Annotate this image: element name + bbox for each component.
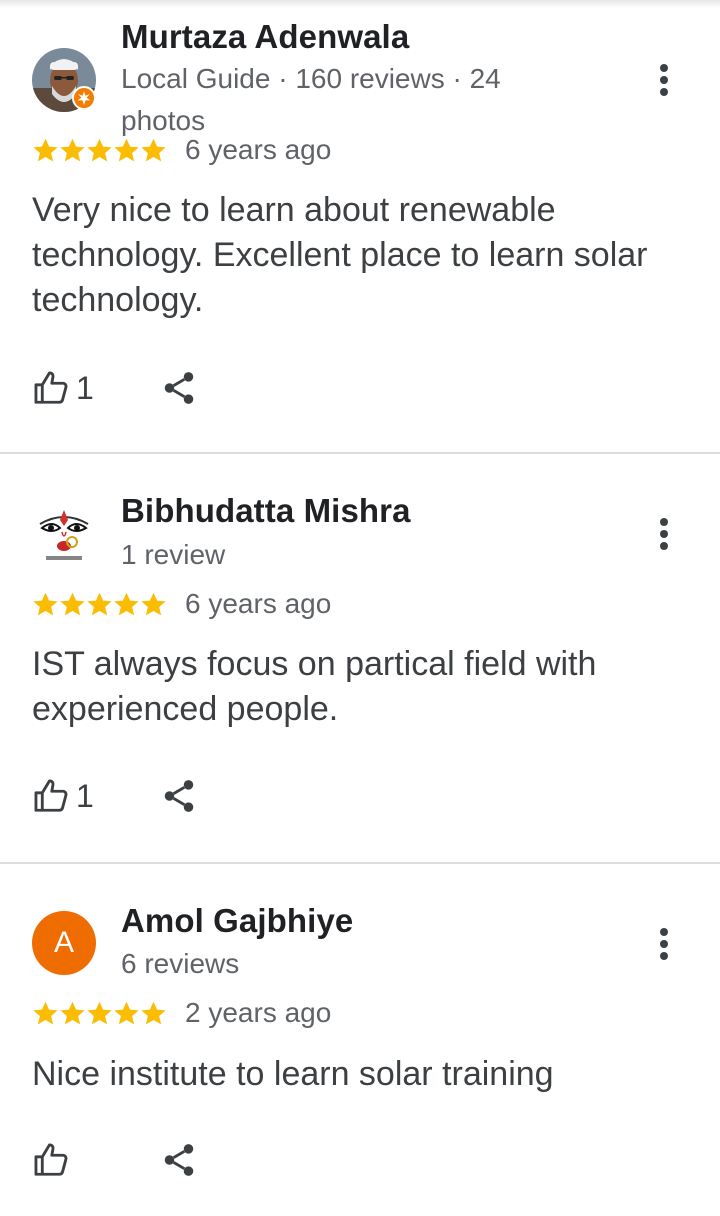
review-text: Very nice to learn about renewable techn…	[32, 191, 648, 319]
local-guide-badge-icon	[72, 86, 96, 110]
reviewer-name[interactable]: Amol Gajbhiye	[121, 902, 353, 940]
review-actions: 1	[32, 776, 198, 816]
star-icon	[141, 138, 166, 161]
thumb-up-outline-icon	[34, 1143, 68, 1176]
like-button[interactable]	[32, 1141, 132, 1179]
star-icon	[141, 1001, 166, 1024]
star-icon	[60, 138, 85, 161]
more-options-button[interactable]	[648, 922, 680, 966]
star-icon	[60, 1001, 85, 1024]
star-icon	[114, 592, 139, 615]
rating-row: 6 years ago	[32, 133, 331, 167]
star-icon	[60, 592, 85, 615]
review-actions: 1	[32, 368, 198, 408]
review-date: 2 years ago	[185, 997, 332, 1028]
review-card: Bibhudatta Mishra 1 review 6 years ago I…	[0, 454, 720, 862]
more-options-button[interactable]	[648, 512, 680, 556]
more-vert-icon	[660, 518, 668, 526]
more-vert-icon	[660, 928, 668, 936]
reviewer-name[interactable]: Murtaza Adenwala	[121, 18, 409, 56]
star-icon	[33, 1001, 58, 1024]
avatar[interactable]	[32, 502, 96, 566]
reviewer-meta: 6 reviews	[121, 948, 240, 979]
star-icon	[33, 592, 58, 615]
like-button[interactable]: 1	[32, 777, 132, 815]
star-icon	[114, 138, 139, 161]
review-card: Murtaza Adenwala Local Guide · 160 revie…	[0, 0, 720, 452]
rating-row: 6 years ago	[32, 587, 331, 621]
like-count: 1	[76, 777, 94, 814]
review-text: Nice institute to learn solar training	[32, 1055, 554, 1093]
star-rating	[32, 1000, 172, 1027]
review-date: 6 years ago	[185, 588, 332, 619]
star-icon	[87, 1001, 112, 1024]
reviewer-meta: Local Guide · 160 reviews · 24 photos	[121, 63, 501, 136]
share-icon	[164, 1144, 194, 1176]
share-icon	[164, 372, 194, 404]
share-icon	[164, 780, 194, 812]
like-count: 1	[76, 369, 94, 406]
star-icon	[87, 138, 112, 161]
reviewer-meta: 1 review	[121, 539, 226, 570]
reviewer-name[interactable]: Bibhudatta Mishra	[121, 492, 411, 530]
star-icon	[33, 138, 58, 161]
review-date: 6 years ago	[185, 134, 332, 165]
share-button[interactable]	[160, 1141, 198, 1179]
star-icon	[141, 592, 166, 615]
rating-row: 2 years ago	[32, 996, 331, 1030]
thumb-up-outline-icon	[34, 371, 68, 404]
review-card: A Amol Gajbhiye 6 reviews 2 years ago Ni…	[0, 864, 720, 1216]
star-icon	[114, 1001, 139, 1024]
star-icon	[87, 592, 112, 615]
review-text: IST always focus on partical field with …	[32, 645, 597, 728]
share-button[interactable]	[160, 777, 198, 815]
share-button[interactable]	[160, 369, 198, 407]
more-options-button[interactable]	[648, 58, 680, 102]
more-vert-icon	[660, 64, 668, 72]
like-button[interactable]: 1	[32, 369, 132, 407]
review-actions	[32, 1140, 198, 1180]
star-rating	[32, 137, 172, 164]
avatar[interactable]: A	[32, 911, 96, 975]
star-rating	[32, 591, 172, 618]
thumb-up-outline-icon	[34, 779, 68, 812]
